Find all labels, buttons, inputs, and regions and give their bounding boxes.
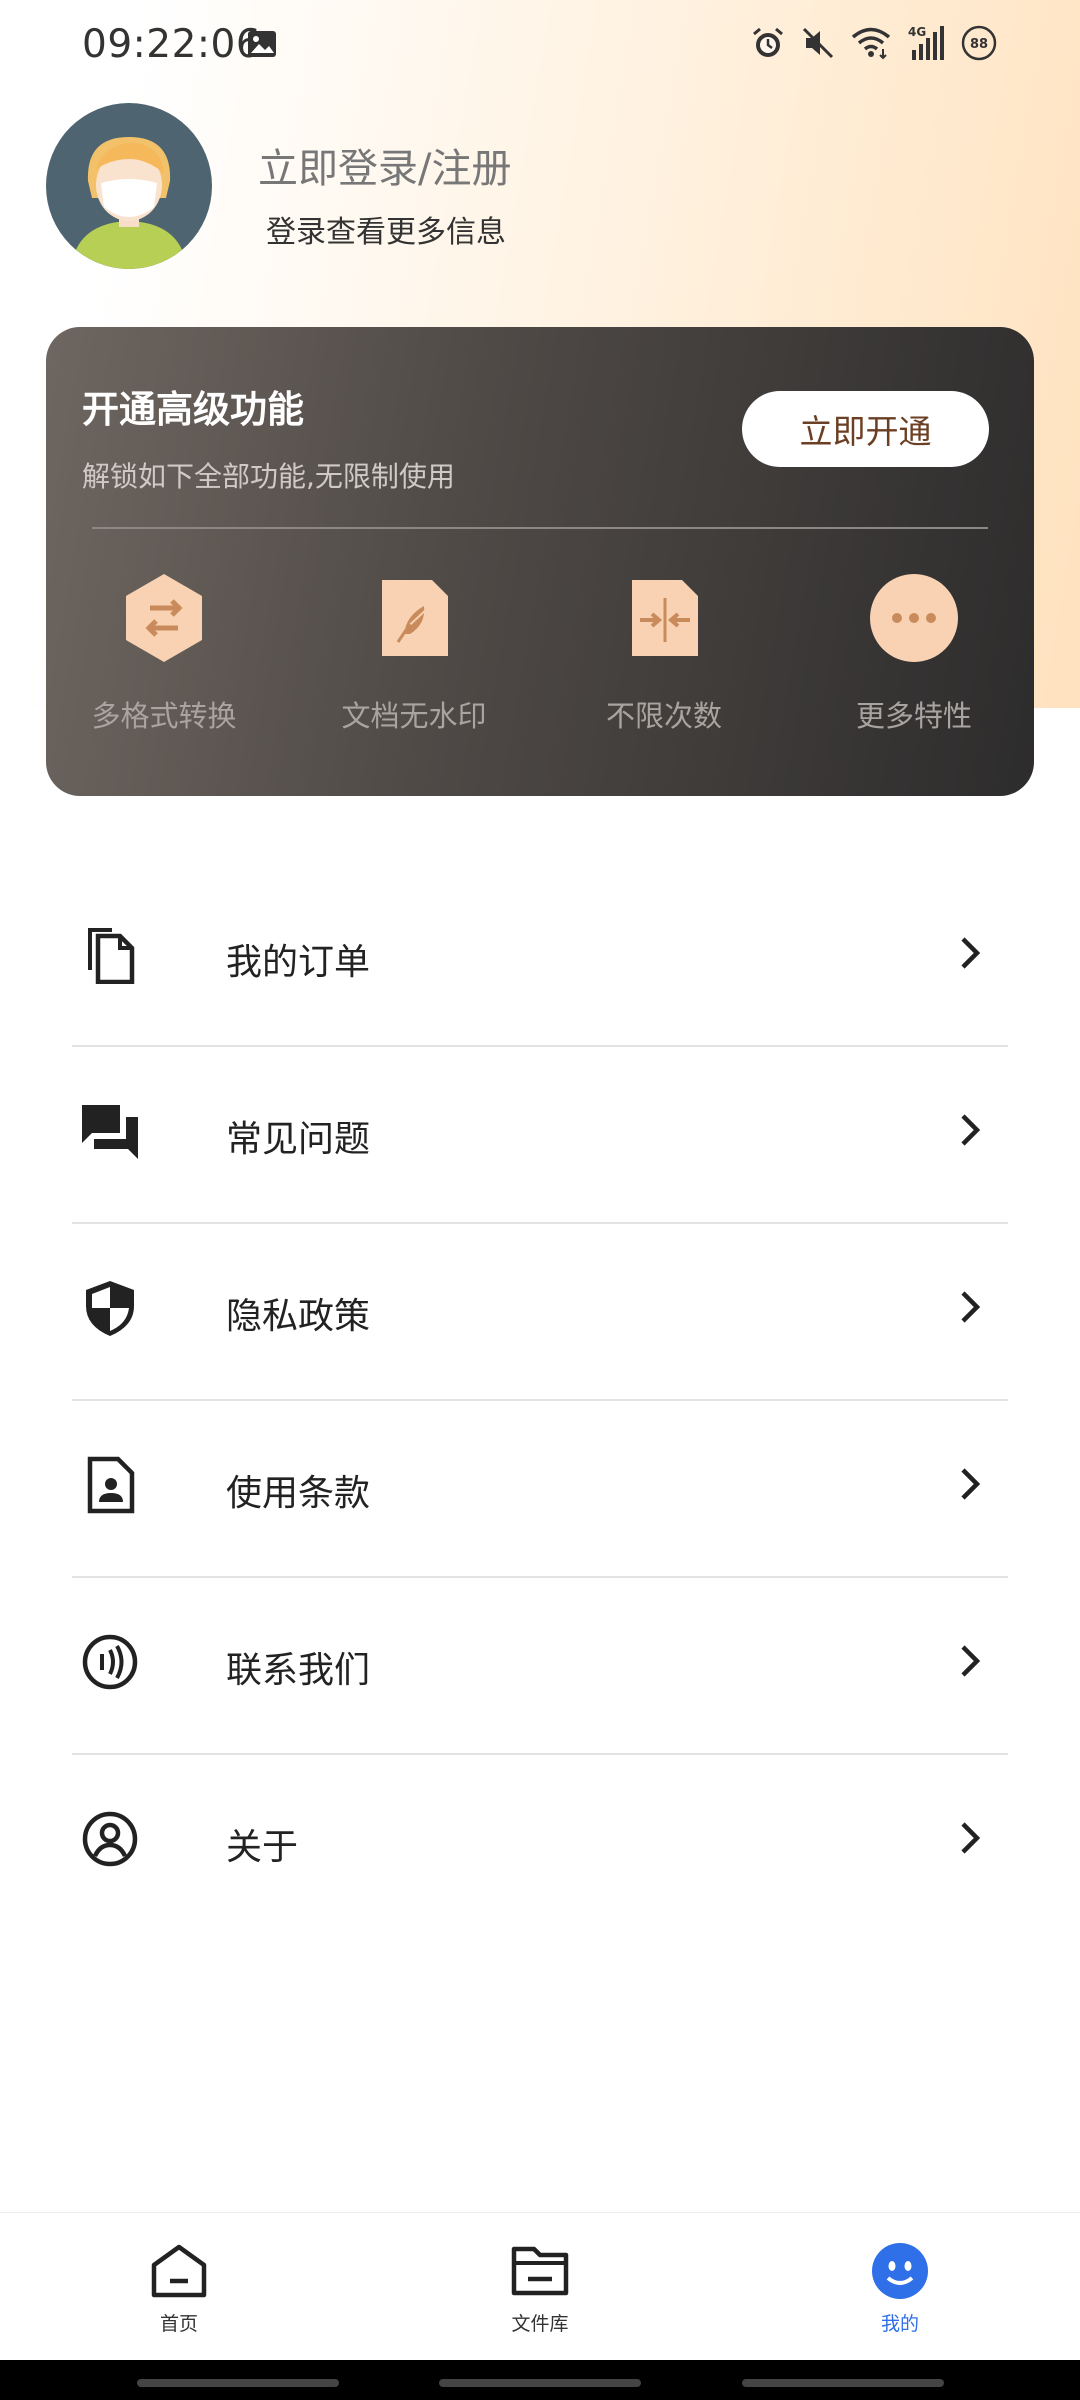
menu-item-terms[interactable]: 使用条款 <box>0 1401 1080 1578</box>
gesture-handle[interactable] <box>742 2379 944 2387</box>
privacy-shield-icon <box>80 1278 140 1338</box>
gesture-handle[interactable] <box>439 2379 641 2387</box>
menu-item-about[interactable]: 关于 <box>0 1755 1080 1932</box>
menu-item-label: 常见问题 <box>226 1119 371 1160</box>
alarm-icon <box>750 25 786 61</box>
vip-subtitle: 解锁如下全部功能,无限制使用 <box>82 460 455 493</box>
system-gesture-bar <box>0 2360 1080 2400</box>
vip-divider <box>92 527 988 529</box>
signal-icon: 4G <box>906 24 946 62</box>
menu-item-label: 关于 <box>226 1827 299 1868</box>
menu-item-label: 使用条款 <box>226 1473 371 1514</box>
more-icon <box>814 571 1014 665</box>
unlimited-icon <box>564 571 764 665</box>
login-subtitle: 登录查看更多信息 <box>266 215 506 250</box>
battery-icon: 88 <box>960 24 998 62</box>
faq-icon <box>80 1101 140 1161</box>
menu-item-orders[interactable]: 我的订单 <box>0 870 1080 1047</box>
feature-no-watermark[interactable]: 文档无水印 <box>314 571 514 735</box>
chevron-right-icon <box>955 1464 985 1504</box>
nav-profile[interactable]: 我的 <box>830 2239 970 2336</box>
gallery-icon <box>246 28 278 64</box>
feature-unlimited[interactable]: 不限次数 <box>564 571 764 735</box>
nav-label: 文件库 <box>511 2313 569 2335</box>
status-time: 09:22:06 <box>82 22 262 67</box>
chevron-right-icon <box>955 1110 985 1150</box>
menu-item-faq[interactable]: 常见问题 <box>0 1047 1080 1224</box>
login-register-link[interactable]: 立即登录/注册 <box>258 136 511 194</box>
nav-label: 首页 <box>159 2313 198 2335</box>
vip-card: 开通高级功能 解锁如下全部功能,无限制使用 立即开通 多格式转换 文档无水印 不… <box>46 327 1034 796</box>
bottom-navigation: 首页 文件库 我的 <box>0 2212 1080 2360</box>
terms-icon <box>80 1455 140 1515</box>
menu-item-label: 联系我们 <box>226 1650 371 1691</box>
about-icon <box>80 1809 140 1869</box>
feature-more[interactable]: 更多特性 <box>814 571 1014 735</box>
wifi-icon <box>850 25 892 61</box>
home-icon <box>109 2239 249 2303</box>
gesture-handle[interactable] <box>137 2379 339 2387</box>
chevron-right-icon <box>955 933 985 973</box>
feature-label: 文档无水印 <box>341 699 487 733</box>
menu-item-label: 隐私政策 <box>226 1296 371 1337</box>
feature-label: 多格式转换 <box>91 699 237 733</box>
chevron-right-icon <box>955 1287 985 1327</box>
menu-item-privacy[interactable]: 隐私政策 <box>0 1224 1080 1401</box>
nav-label: 我的 <box>880 2313 919 2335</box>
feature-format-convert[interactable]: 多格式转换 <box>64 571 264 735</box>
feature-label: 更多特性 <box>855 699 972 733</box>
nav-home[interactable]: 首页 <box>109 2239 249 2336</box>
feature-label: 不限次数 <box>605 699 722 733</box>
folder-icon <box>470 2239 610 2303</box>
mute-icon <box>800 25 836 61</box>
format-convert-icon <box>64 571 264 665</box>
vip-title: 开通高级功能 <box>82 388 304 431</box>
menu-item-contact[interactable]: 联系我们 <box>0 1578 1080 1755</box>
status-bar: 09:22:06 4G 88 <box>0 0 1080 90</box>
menu-item-label: 我的订单 <box>226 942 371 983</box>
chevron-right-icon <box>955 1641 985 1681</box>
avatar[interactable] <box>46 103 212 269</box>
profile-face-icon <box>830 2239 970 2303</box>
no-watermark-icon <box>314 571 514 665</box>
network-type-text: 4G <box>908 25 926 39</box>
chevron-right-icon <box>955 1818 985 1858</box>
settings-menu: 我的订单 常见问题 隐私政策 使用条款 联系我们 关于 <box>0 870 1080 1932</box>
orders-icon <box>80 924 140 985</box>
battery-level: 88 <box>970 37 988 52</box>
nav-files[interactable]: 文件库 <box>470 2239 610 2336</box>
contact-icon <box>80 1632 140 1692</box>
activate-vip-button[interactable]: 立即开通 <box>742 391 989 467</box>
